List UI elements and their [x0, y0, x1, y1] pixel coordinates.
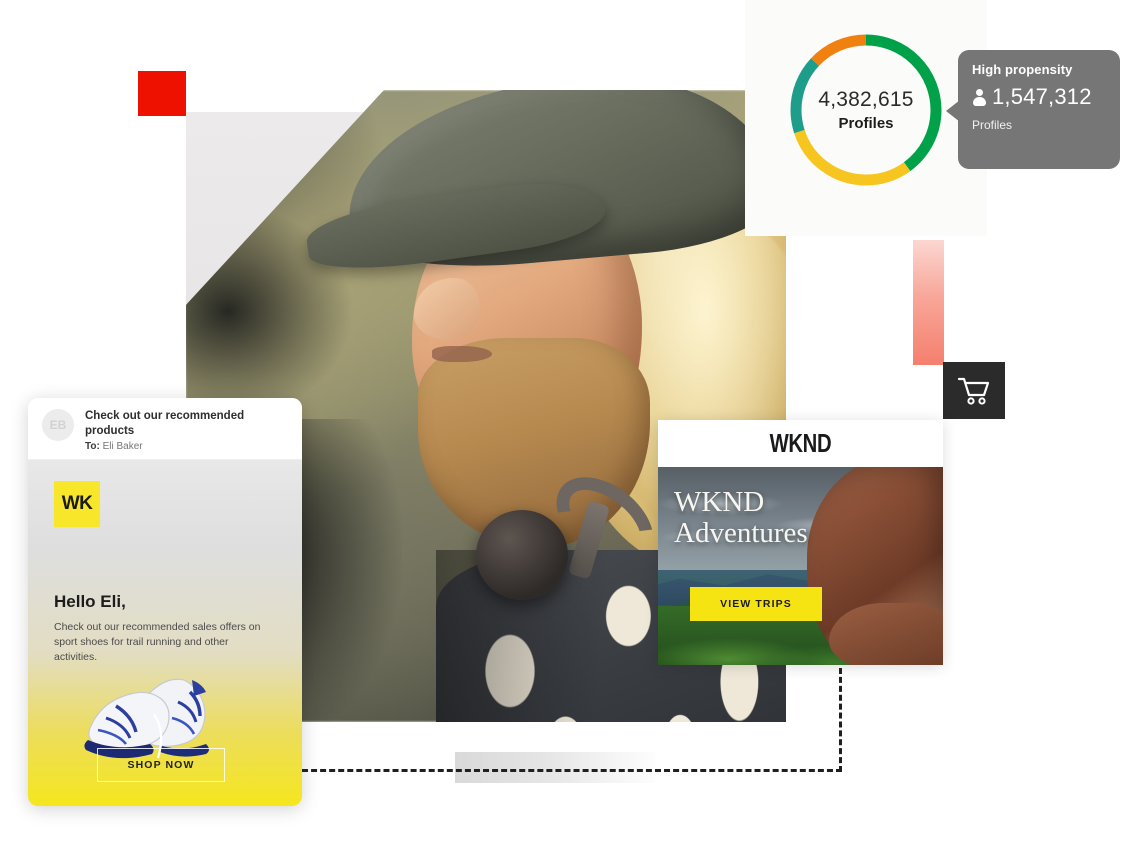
dashed-connector-horizontal	[302, 769, 842, 772]
grey-gradient-bar	[455, 752, 655, 783]
email-greeting: Hello Eli,	[54, 592, 126, 611]
email-to-label: To:	[85, 441, 100, 453]
wknd-site-card[interactable]: WKND WKND Adventures VIEW TRIPS	[658, 420, 943, 665]
email-preview-card[interactable]: EB Check out our recommended products To…	[28, 398, 302, 806]
coral-gradient-bar	[913, 240, 944, 365]
shop-now-button[interactable]: SHOP NOW	[97, 748, 225, 782]
person-icon	[972, 88, 987, 106]
tooltip-unit: Profiles	[972, 118, 1013, 132]
shopping-cart-tile[interactable]	[943, 362, 1005, 419]
view-trips-button[interactable]: VIEW TRIPS	[690, 587, 822, 621]
shopping-cart-icon	[957, 377, 990, 405]
wknd-hero-title: WKND Adventures	[674, 486, 808, 550]
wk-brand-mark: WK	[54, 481, 100, 527]
wknd-hero-title-line2: Adventures	[674, 517, 808, 550]
wknd-site-header: WKND	[658, 420, 943, 467]
red-accent-square	[138, 71, 186, 116]
avatar: EB	[42, 409, 74, 441]
dashed-connector-vertical	[839, 668, 842, 772]
wknd-logo: WKND	[769, 428, 832, 458]
composite-canvas: 4,382,615 Profiles High propensity 1,547…	[0, 0, 1147, 849]
email-subject: Check out our recommended products	[85, 410, 245, 437]
tooltip-value: 1,547,312	[992, 84, 1092, 109]
wknd-hero-image: WKND Adventures VIEW TRIPS	[658, 467, 943, 665]
email-recipient: To: Eli Baker	[85, 441, 288, 452]
tooltip-title: High propensity	[972, 62, 1073, 77]
email-to-name: Eli Baker	[102, 441, 143, 453]
high-propensity-tooltip: High propensity 1,547,312 Profiles	[958, 50, 1120, 169]
email-header: EB Check out our recommended products To…	[28, 398, 302, 460]
wknd-hero-title-line1: WKND	[674, 486, 765, 518]
profiles-donut-chart[interactable]	[786, 30, 946, 190]
